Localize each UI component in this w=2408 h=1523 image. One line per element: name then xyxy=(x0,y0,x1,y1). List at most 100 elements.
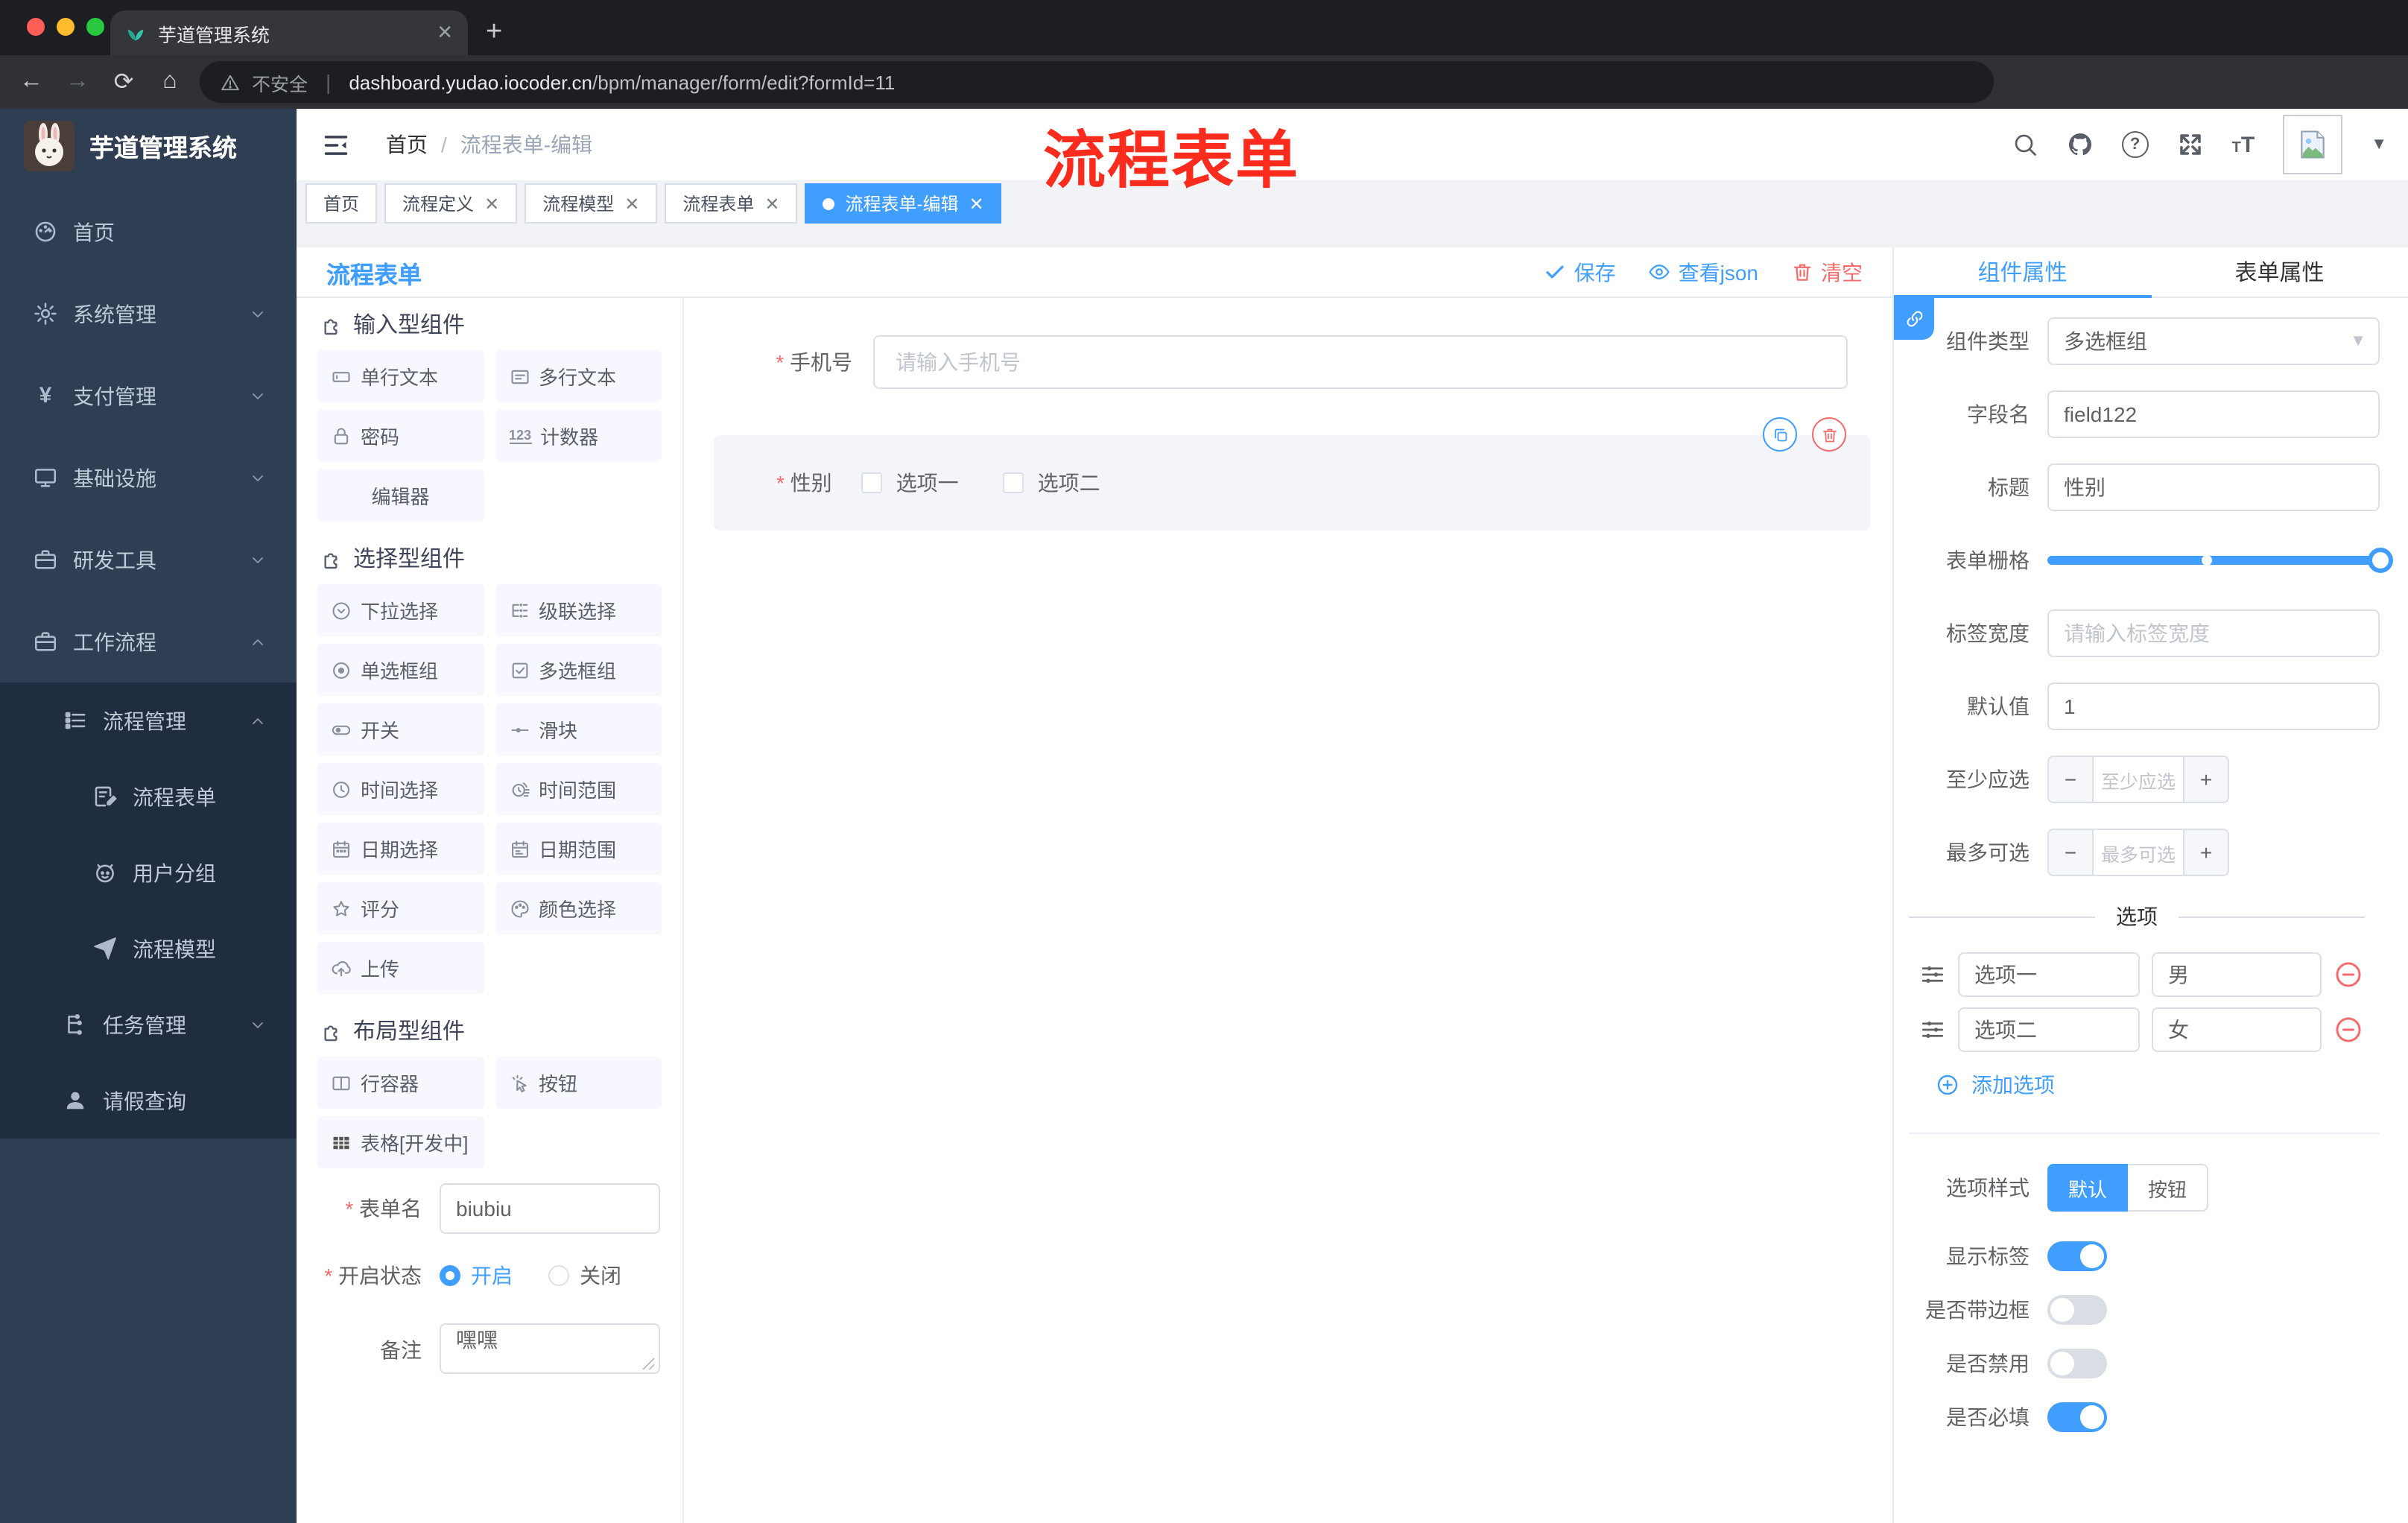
search-icon[interactable] xyxy=(2012,131,2038,158)
minimize-window-button[interactable] xyxy=(57,18,75,36)
drag-handle-icon[interactable] xyxy=(1919,1016,1946,1043)
copy-component-button[interactable] xyxy=(1763,417,1797,452)
sidebar-item-process-model[interactable]: 流程模型 xyxy=(0,911,297,987)
lib-item-time-range[interactable]: 时间范围 xyxy=(495,763,662,815)
close-icon[interactable]: ✕ xyxy=(969,193,984,214)
sidebar-fold-icon[interactable] xyxy=(322,130,350,159)
forward-icon[interactable]: → xyxy=(63,69,92,95)
lib-item-switch[interactable]: 开关 xyxy=(317,703,484,756)
lib-item-multi-text[interactable]: 多行文本 xyxy=(495,350,662,402)
close-icon[interactable]: ✕ xyxy=(764,193,779,214)
component-type-select[interactable] xyxy=(2047,317,2380,365)
drag-handle-icon[interactable] xyxy=(1919,961,1946,988)
title-input[interactable] xyxy=(2047,463,2380,511)
lib-item-table[interactable]: 表格[开发中] xyxy=(317,1116,484,1168)
sidebar-item-payment[interactable]: ¥ 支付管理 xyxy=(0,355,297,437)
lib-item-time-picker[interactable]: 时间选择 xyxy=(317,763,484,815)
gender-option-1-checkbox[interactable]: 选项一 xyxy=(861,468,959,498)
delete-component-button[interactable] xyxy=(1812,417,1846,452)
breadcrumb-home[interactable]: 首页 xyxy=(386,130,428,159)
browser-tab[interactable]: 芋道管理系统 ✕ xyxy=(110,10,468,55)
font-size-icon[interactable]: TT xyxy=(2232,132,2255,157)
sidebar-item-system[interactable]: 系统管理 xyxy=(0,273,297,355)
lib-item-color-picker[interactable]: 颜色选择 xyxy=(495,882,662,934)
back-icon[interactable]: ← xyxy=(16,69,46,95)
github-icon[interactable] xyxy=(2067,131,2094,158)
remove-option-button[interactable] xyxy=(2333,960,2363,990)
remove-option-button[interactable] xyxy=(2333,1015,2363,1045)
avatar-caret-icon[interactable]: ▼ xyxy=(2371,136,2387,153)
sidebar-item-user-group[interactable]: 用户分组 xyxy=(0,835,297,911)
lib-item-slider[interactable]: 滑块 xyxy=(495,703,662,756)
sidebar-item-task-mgmt[interactable]: 任务管理 xyxy=(0,987,297,1063)
lib-item-select[interactable]: 下拉选择 xyxy=(317,584,484,636)
minus-button[interactable]: − xyxy=(2049,757,2094,802)
lib-item-upload[interactable]: 上传 xyxy=(317,942,484,994)
default-value-input[interactable] xyxy=(2047,683,2380,730)
plus-button[interactable]: + xyxy=(2183,830,2228,875)
macos-traffic-lights[interactable] xyxy=(27,18,104,36)
minus-button[interactable]: − xyxy=(2049,830,2094,875)
field-name-input[interactable] xyxy=(2047,390,2380,438)
lib-item-single-text[interactable]: 单行文本 xyxy=(317,350,484,402)
lib-item-button[interactable]: 按钮 xyxy=(495,1057,662,1109)
new-tab-button[interactable]: + xyxy=(486,10,502,55)
home-icon[interactable]: ⌂ xyxy=(155,69,185,95)
required-toggle[interactable] xyxy=(2047,1402,2107,1432)
lib-item-radio-group[interactable]: 单选框组 xyxy=(317,644,484,696)
form-grid-slider[interactable] xyxy=(2047,548,2393,573)
tab-process-form-edit[interactable]: 流程表单-编辑 ✕ xyxy=(805,183,1002,224)
lib-item-password[interactable]: 密码 xyxy=(317,410,484,462)
close-tab-icon[interactable]: ✕ xyxy=(437,21,453,45)
remark-textarea[interactable]: 嘿嘿 xyxy=(440,1323,660,1374)
max-select-placeholder[interactable]: 最多可选 xyxy=(2094,830,2183,875)
sidebar-item-infra[interactable]: 基础设施 xyxy=(0,437,297,519)
clear-button[interactable]: 清空 xyxy=(1791,257,1863,287)
border-toggle[interactable] xyxy=(2047,1295,2107,1325)
close-icon[interactable]: ✕ xyxy=(624,193,639,214)
lib-item-rate[interactable]: 评分 xyxy=(317,882,484,934)
save-button[interactable]: 保存 xyxy=(1544,257,1616,287)
lib-item-date-picker[interactable]: 日期选择 xyxy=(317,823,484,875)
sidebar-item-devtools[interactable]: 研发工具 xyxy=(0,519,297,601)
status-on-radio[interactable]: 开启 xyxy=(440,1261,513,1291)
lib-item-counter[interactable]: 123 计数器 xyxy=(495,410,662,462)
avatar[interactable] xyxy=(2283,115,2343,174)
option-value-input[interactable] xyxy=(2152,1007,2322,1052)
sidebar-item-process-form[interactable]: 流程表单 xyxy=(0,759,297,835)
close-window-button[interactable] xyxy=(27,18,45,36)
url-bar[interactable]: 不安全 | dashboard.yudao.iocoder.cn/bpm/man… xyxy=(200,61,1994,103)
option-value-input[interactable] xyxy=(2152,952,2322,997)
sidebar-item-leave-query[interactable]: 请假查询 xyxy=(0,1063,297,1139)
url-text[interactable]: dashboard.yudao.iocoder.cn/bpm/manager/f… xyxy=(349,71,895,93)
fullscreen-icon[interactable] xyxy=(2177,131,2204,158)
style-default-button[interactable]: 默认 xyxy=(2047,1164,2128,1212)
close-icon[interactable]: ✕ xyxy=(484,193,499,214)
lib-item-editor[interactable]: 编辑器 xyxy=(317,469,484,522)
sidebar-item-process-mgmt[interactable]: 流程管理 xyxy=(0,683,297,759)
maximize-window-button[interactable] xyxy=(86,18,104,36)
phone-input[interactable] xyxy=(873,335,1848,389)
help-icon[interactable]: ? xyxy=(2121,131,2149,158)
show-label-toggle[interactable] xyxy=(2047,1241,2107,1271)
option-label-input[interactable] xyxy=(1958,952,2140,997)
security-label[interactable]: 不安全 xyxy=(252,68,308,96)
gender-option-2-checkbox[interactable]: 选项二 xyxy=(1003,468,1100,498)
status-off-radio[interactable]: 关闭 xyxy=(548,1261,621,1291)
plus-button[interactable]: + xyxy=(2183,757,2228,802)
link-tag[interactable] xyxy=(1894,298,1934,340)
label-width-input[interactable] xyxy=(2047,609,2380,657)
tab-home[interactable]: 首页 xyxy=(305,183,378,224)
lib-item-row-container[interactable]: 行容器 xyxy=(317,1057,484,1109)
disabled-toggle[interactable] xyxy=(2047,1349,2107,1378)
tab-process-model[interactable]: 流程模型 ✕ xyxy=(525,183,658,224)
tab-process-form[interactable]: 流程表单 ✕ xyxy=(665,183,798,224)
form-name-input[interactable] xyxy=(440,1183,660,1234)
lib-item-cascade[interactable]: 级联选择 xyxy=(495,584,662,636)
tab-component-props[interactable]: 组件属性 xyxy=(1894,247,2151,298)
lib-item-date-range[interactable]: 日期范围 xyxy=(495,823,662,875)
lib-item-checkbox-group[interactable]: 多选框组 xyxy=(495,644,662,696)
view-json-button[interactable]: 查看json xyxy=(1649,257,1758,287)
add-option-button[interactable]: 添加选项 xyxy=(1894,1070,2380,1100)
style-button-button[interactable]: 按钮 xyxy=(2128,1164,2208,1212)
